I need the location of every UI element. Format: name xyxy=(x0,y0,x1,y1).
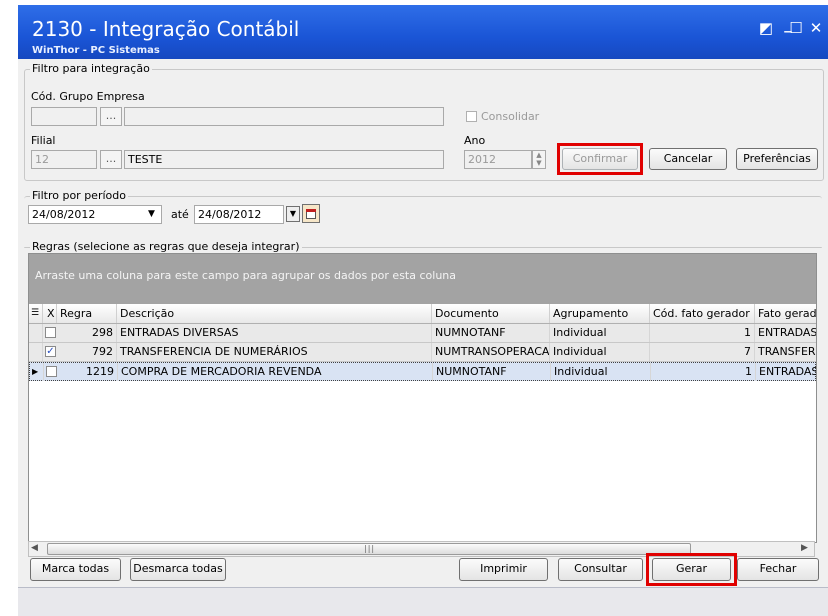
regras-title: Regras (selecione as regras que deseja i… xyxy=(30,240,302,253)
consolidar-label: Consolidar xyxy=(481,110,540,123)
scroll-thumb[interactable]: ||| xyxy=(47,543,691,555)
maximize-icon[interactable]: ☐ xyxy=(786,19,806,37)
column-header-descricao[interactable]: Descrição xyxy=(117,304,432,323)
table-row-selected[interactable]: ▶ 1219 COMPRA DE MERCADORIA REVENDA NUMN… xyxy=(29,362,816,381)
cod-grupo-input[interactable] xyxy=(31,107,97,126)
table-row[interactable]: ✓ 792 TRANSFERENCIA DE NUMERÁRIOS NUMTRA… xyxy=(29,343,816,362)
cell-fato: ENTRADAS xyxy=(758,326,816,339)
calendar-icon[interactable] xyxy=(302,204,320,223)
group-by-area[interactable]: Arraste uma coluna para este campo para … xyxy=(29,254,816,304)
column-header-fato-gerador[interactable]: Fato gerado xyxy=(755,304,816,323)
cell-cod-fato: 1 xyxy=(650,324,755,342)
window-title: 2130 - Integração Contábil xyxy=(32,17,300,41)
cell-fato: TRANSFERÊI xyxy=(758,345,816,358)
title-bar[interactable]: 2130 - Integração Contábil WinThor - PC … xyxy=(18,5,828,59)
regras-grid: Arraste uma coluna para este campo para … xyxy=(28,253,817,543)
cell-cod-fato: 7 xyxy=(650,343,755,361)
ano-label: Ano xyxy=(464,134,486,147)
cod-grupo-label: Cód. Grupo Empresa xyxy=(31,90,145,103)
filtro-integracao-title: Filtro para integração xyxy=(30,62,152,75)
preferencias-button[interactable]: Preferências xyxy=(736,148,818,170)
cell-descricao: COMPRA DE MERCADORIA REVENDA xyxy=(118,363,433,381)
restore-icon[interactable]: ◩ xyxy=(756,19,776,37)
cell-cod-fato: 1 xyxy=(651,363,756,381)
imprimir-button[interactable]: Imprimir xyxy=(459,558,548,581)
gerar-highlight xyxy=(646,553,737,586)
fechar-button[interactable]: Fechar xyxy=(737,558,819,581)
ano-input[interactable]: 2012 xyxy=(464,150,532,169)
row-checkbox-checked[interactable]: ✓ xyxy=(45,346,56,357)
cell-regra: 1219 xyxy=(58,363,118,381)
scroll-left-icon[interactable]: ◀ xyxy=(31,543,38,553)
cell-regra: 792 xyxy=(57,343,117,361)
cell-documento: NUMTRANSOPERACA xyxy=(432,343,550,361)
scroll-right-icon[interactable]: ▶ xyxy=(801,543,808,553)
ate-label: até xyxy=(171,208,189,221)
cell-descricao: ENTRADAS DIVERSAS xyxy=(117,324,432,342)
status-bar xyxy=(18,587,828,616)
cod-grupo-lookup-button[interactable]: ... xyxy=(100,107,122,126)
column-header-regra[interactable]: Regra xyxy=(57,304,117,323)
current-row-indicator-icon: ▶ xyxy=(30,363,44,381)
ano-spinner[interactable]: ▲ ▼ xyxy=(532,150,546,169)
confirmar-highlight xyxy=(557,143,643,175)
table-row[interactable]: 298 ENTRADAS DIVERSAS NUMNOTANF Individu… xyxy=(29,324,816,343)
close-icon[interactable]: ✕ xyxy=(806,19,826,37)
cell-regra: 298 xyxy=(57,324,117,342)
filial-descricao-field: TESTE xyxy=(124,150,444,169)
data-inicio-input[interactable]: 24/08/2012 xyxy=(28,205,162,224)
cell-agrupamento: Individual xyxy=(550,343,650,361)
cell-documento: NUMNOTANF xyxy=(432,324,550,342)
left-margin xyxy=(0,5,18,615)
filtro-periodo-title: Filtro por período xyxy=(30,189,128,202)
cell-documento: NUMNOTANF xyxy=(433,363,551,381)
cell-agrupamento: Individual xyxy=(551,363,651,381)
filial-input[interactable]: 12 xyxy=(31,150,97,169)
column-header-documento[interactable]: Documento xyxy=(432,304,550,323)
data-fim-input[interactable]: 24/08/2012 xyxy=(194,205,284,224)
column-header-agrupamento[interactable]: Agrupamento xyxy=(550,304,650,323)
column-header-cod-fato-gerador[interactable]: Cód. fato gerador xyxy=(650,304,755,323)
filial-lookup-button[interactable]: ... xyxy=(100,150,122,169)
cell-agrupamento: Individual xyxy=(550,324,650,342)
row-checkbox[interactable] xyxy=(45,327,56,338)
filial-label: Filial xyxy=(31,134,56,147)
desmarca-todas-button[interactable]: Desmarca todas xyxy=(130,558,226,581)
column-chooser-icon[interactable]: ☰ xyxy=(29,304,43,323)
window-subtitle: WinThor - PC Sistemas xyxy=(32,45,160,56)
cancelar-button[interactable]: Cancelar xyxy=(649,148,727,170)
row-checkbox[interactable] xyxy=(46,366,57,377)
marca-todas-button[interactable]: Marca todas xyxy=(30,558,121,581)
group-by-hint: Arraste uma coluna para este campo para … xyxy=(35,269,456,282)
window-client: Filtro para integração Cód. Grupo Empres… xyxy=(18,59,828,587)
consolidar-checkbox[interactable] xyxy=(466,111,477,122)
cell-fato: ENTRADAS xyxy=(759,365,817,378)
data-inicio-dropdown-icon[interactable]: ▼ xyxy=(148,209,155,219)
grid-header: ☰ X Regra Descrição Documento Agrupament… xyxy=(29,304,816,324)
cell-descricao: TRANSFERENCIA DE NUMERÁRIOS xyxy=(117,343,432,361)
consultar-button[interactable]: Consultar xyxy=(558,558,643,581)
grupo-descricao-field xyxy=(124,107,444,126)
column-header-x[interactable]: X xyxy=(43,304,57,323)
data-fim-dropdown-icon[interactable]: ▼ xyxy=(286,206,300,222)
